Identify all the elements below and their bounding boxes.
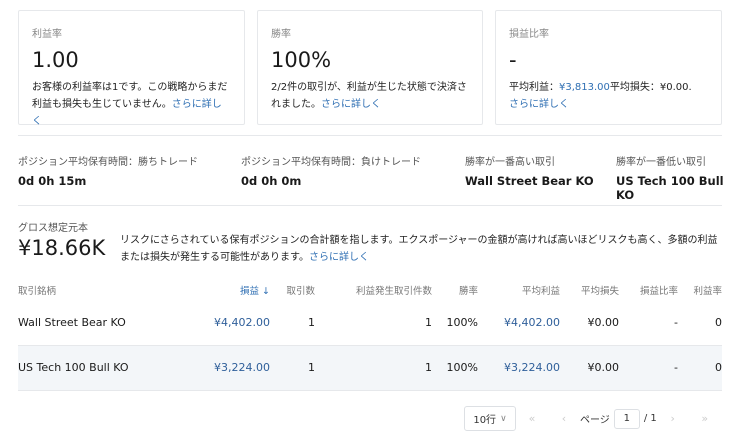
col-win-rate[interactable]: 勝率 xyxy=(432,280,478,300)
col-pl-ratio[interactable]: 損益比率 xyxy=(619,280,678,300)
profit-rate-card: 利益率 1.00 お客様の利益率は1です。この戦略からまだ利益も損失も生じていま… xyxy=(18,10,245,127)
cell-pnl: ¥3,224.00 xyxy=(200,345,270,391)
cell-trades: 1 xyxy=(270,345,315,391)
prev-page-icon[interactable]: ‹ xyxy=(548,412,580,425)
pl-ratio-card: 損益比率 - 平均利益：¥3,813.00平均損失：¥0.00. さらに詳しく xyxy=(495,10,722,125)
pagination: 10行 ∨ « ‹ ページ 1 / 1 › » xyxy=(464,406,721,431)
avg-profit-value: ¥3,813.00 xyxy=(559,82,610,93)
cell-pl-ratio: - xyxy=(619,300,678,346)
col-trades[interactable]: 取引数 xyxy=(270,280,315,300)
sort-desc-icon: ↓ xyxy=(262,286,270,297)
cell-profit-rate: 0 xyxy=(678,345,722,391)
cell-avg-profit: ¥3,224.00 xyxy=(478,345,560,391)
cell-profitable-trades: 1 xyxy=(315,345,432,391)
table-row[interactable]: Wall Street Bear KO ¥4,402.00 1 1 100% ¥… xyxy=(18,300,722,346)
card-value: 1.00 xyxy=(32,48,79,72)
chevron-down-icon: ∨ xyxy=(500,413,507,424)
learn-more-link[interactable]: さらに詳しく xyxy=(309,252,369,263)
cell-pnl: ¥4,402.00 xyxy=(200,300,270,346)
cell-avg-loss: ¥0.00 xyxy=(560,300,619,346)
rows-per-page-select[interactable]: 10行 ∨ xyxy=(464,406,516,431)
rows-per-page-value: 10行 xyxy=(473,415,497,426)
next-page-icon[interactable]: › xyxy=(657,412,689,425)
divider xyxy=(18,135,722,136)
card-label: 勝率 xyxy=(271,29,291,40)
cell-profitable-trades: 1 xyxy=(315,300,432,346)
stat-value: 0d 0h 15m xyxy=(18,174,87,188)
stat-avg-hold-win: ポジション平均保有時間：勝ちトレード 0d 0h 15m xyxy=(18,153,198,188)
cell-trades: 1 xyxy=(270,300,315,346)
card-value: 100% xyxy=(271,48,332,72)
page-label: ページ xyxy=(580,415,610,426)
stat-avg-hold-loss: ポジション平均保有時間：負けトレード 0d 0h 0m xyxy=(241,153,421,188)
col-avg-profit[interactable]: 平均利益 xyxy=(478,280,560,300)
cell-win-rate: 100% xyxy=(432,345,478,391)
col-symbol[interactable]: 取引銘柄 xyxy=(18,280,200,300)
cell-win-rate: 100% xyxy=(432,300,478,346)
stat-value: US Tech 100 Bull KO xyxy=(616,174,724,202)
table-row[interactable]: US Tech 100 Bull KO ¥3,224.00 1 1 100% ¥… xyxy=(18,345,722,391)
win-rate-card: 勝率 100% 2/2件の取引が、利益が生じた状態で決済されました。さらに詳しく xyxy=(257,10,483,125)
avg-profit-label: 平均利益： xyxy=(509,82,559,93)
gross-value: ¥18.66K xyxy=(18,236,106,260)
learn-more-link[interactable]: さらに詳しく xyxy=(509,99,569,110)
cell-pl-ratio: - xyxy=(619,345,678,391)
page-input[interactable]: 1 xyxy=(613,408,640,429)
stat-worst-trade: 勝率が一番低い取引 US Tech 100 Bull KO xyxy=(616,153,740,202)
stat-label: ポジション平均保有時間：勝ちトレード xyxy=(18,157,198,168)
gross-label: グロス想定元本 xyxy=(18,223,88,234)
cell-avg-loss: ¥0.00 xyxy=(560,345,619,391)
cell-symbol: Wall Street Bear KO xyxy=(18,300,200,346)
card-value: - xyxy=(509,48,517,72)
stat-best-trade: 勝率が一番高い取引 Wall Street Bear KO xyxy=(465,153,594,188)
last-page-icon[interactable]: » xyxy=(689,412,721,425)
col-pnl[interactable]: 損益 ↓ xyxy=(200,280,270,300)
stat-label: 勝率が一番高い取引 xyxy=(465,157,555,168)
col-profitable-trades[interactable]: 利益発生取引件数 xyxy=(315,280,432,300)
stat-label: ポジション平均保有時間：負けトレード xyxy=(241,157,421,168)
gross-desc: リスクにさらされている保有ポジションの合計額を指します。エクスポージャーの金額が… xyxy=(120,235,718,263)
col-avg-loss[interactable]: 平均損失 xyxy=(560,280,619,300)
trades-table: 取引銘柄 損益 ↓ 取引数 利益発生取引件数 勝率 平均利益 平均損失 損益比率… xyxy=(18,280,722,391)
avg-loss-text: 平均損失：¥0.00. xyxy=(609,82,692,93)
cell-symbol: US Tech 100 Bull KO xyxy=(18,345,200,391)
stat-label: 勝率が一番低い取引 xyxy=(616,157,706,168)
cell-avg-profit: ¥4,402.00 xyxy=(478,300,560,346)
stat-value: Wall Street Bear KO xyxy=(465,174,594,188)
learn-more-link[interactable]: さらに詳しく xyxy=(321,99,381,110)
card-label: 損益比率 xyxy=(509,29,549,40)
first-page-icon[interactable]: « xyxy=(516,412,548,425)
col-pnl-label: 損益 xyxy=(239,286,259,297)
page-total: / 1 xyxy=(643,413,657,424)
stat-value: 0d 0h 0m xyxy=(241,174,302,188)
divider xyxy=(18,205,722,206)
cell-profit-rate: 0 xyxy=(678,300,722,346)
col-profit-rate[interactable]: 利益率 xyxy=(678,280,722,300)
card-label: 利益率 xyxy=(32,29,62,40)
